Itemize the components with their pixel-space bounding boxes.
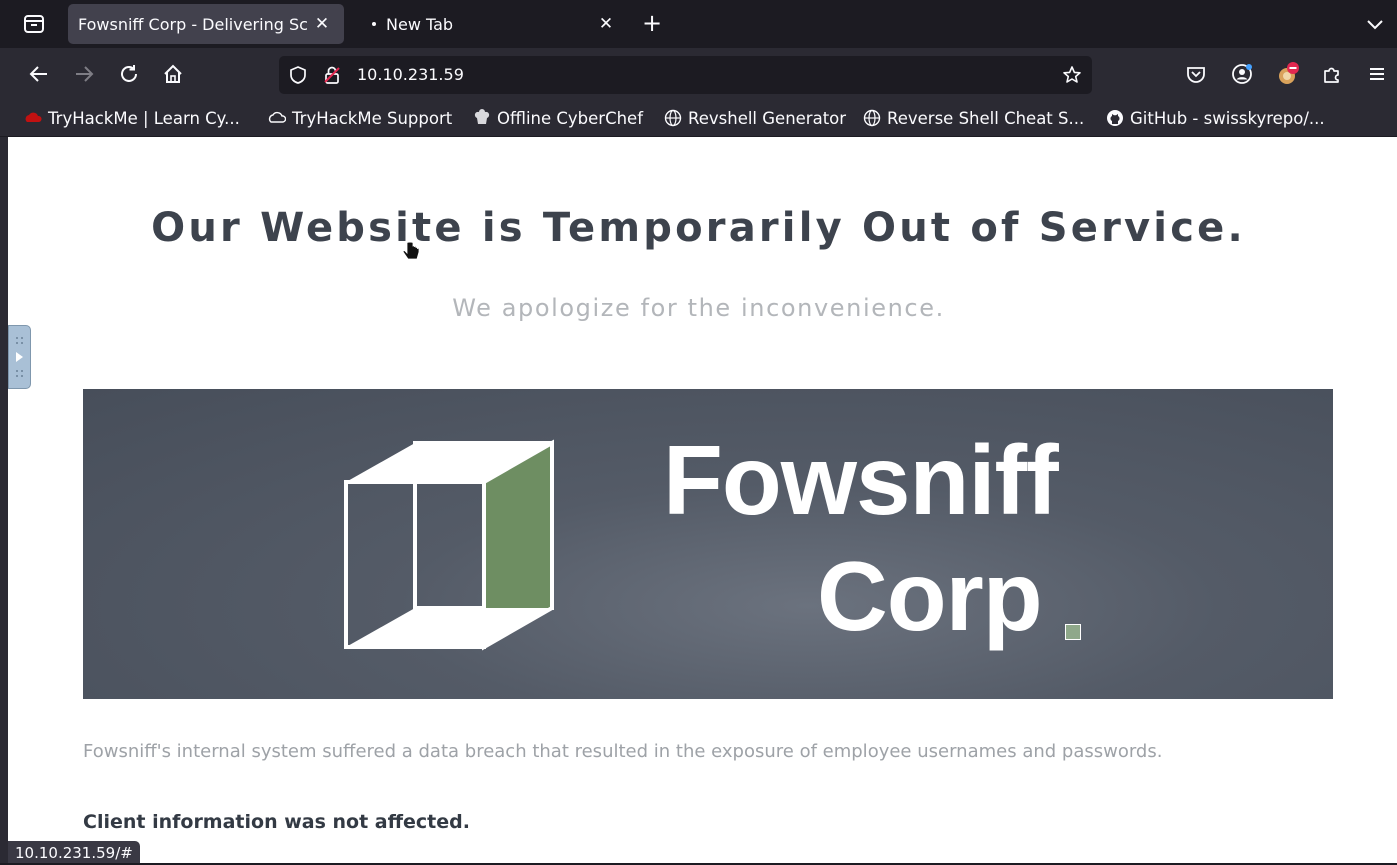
extension-button[interactable] [1274, 60, 1302, 88]
home-icon [164, 64, 182, 83]
forward-arrow-icon [76, 66, 94, 82]
web-page: Our Website is Temporarily Out of Servic… [8, 137, 1397, 863]
tab-title: Fowsniff Corp - Delivering Sc [78, 14, 308, 34]
bookmark-label: Offline CyberChef [497, 108, 644, 128]
bookmark-tryhackme-support[interactable]: TryHackMe Support [268, 107, 452, 129]
unread-dot-icon [372, 22, 376, 26]
shield-icon[interactable] [288, 65, 308, 85]
pocket-button[interactable] [1182, 60, 1210, 88]
close-icon[interactable]: ✕ [312, 14, 332, 34]
bookmark-label: GitHub - swisskyrepo/... [1130, 108, 1325, 128]
breach-notice: Fowsniff's internal system suffered a da… [83, 741, 1163, 762]
page-title: Our Website is Temporarily Out of Servic… [151, 205, 1246, 251]
address-bar[interactable]: 10.10.231.59 [279, 56, 1092, 94]
back-button[interactable] [25, 60, 53, 88]
bookmark-star-icon[interactable] [1062, 65, 1082, 85]
bookmarks-toolbar: TryHackMe | Learn Cy... TryHackMe Suppor… [0, 100, 1397, 136]
status-link-preview: 10.10.231.59/# [8, 841, 140, 863]
bookmark-label: TryHackMe Support [292, 108, 453, 128]
chef-icon [474, 109, 490, 124]
chevron-down-icon [1367, 20, 1383, 30]
back-arrow-icon [29, 66, 47, 82]
reload-icon [121, 65, 137, 82]
tab-strip: Fowsniff Corp - Delivering Sc ✕ New Tab … [0, 0, 1397, 48]
bookmark-github-swisskyrepo[interactable]: GitHub - swisskyrepo/... [1106, 107, 1325, 129]
extensions-button[interactable] [1318, 60, 1346, 88]
globe-icon [863, 109, 881, 127]
home-button[interactable] [159, 60, 187, 88]
tab-new-tab[interactable]: New Tab ✕ [352, 4, 628, 44]
tab-title: New Tab [386, 14, 454, 34]
page-subtitle: We apologize for the inconvenience. [452, 294, 945, 322]
globe-icon [664, 109, 682, 127]
url-text[interactable]: 10.10.231.59 [357, 65, 464, 84]
banner-accent-square [1065, 624, 1081, 640]
tryhackme-icon [25, 112, 42, 122]
bookmark-label: TryHackMe | Learn Cy... [48, 108, 240, 128]
window-edge [0, 137, 8, 863]
forward-button[interactable] [70, 60, 98, 88]
pocket-icon [1187, 67, 1205, 83]
bookmark-label: Reverse Shell Cheat S... [887, 108, 1085, 128]
banner-company-suffix: Corp [817, 541, 1043, 651]
bookmark-reverse-shell-cheat-sheet[interactable]: Reverse Shell Cheat S... [863, 107, 1084, 129]
extension-icon [1279, 62, 1299, 84]
hamburger-menu-icon [1370, 68, 1384, 80]
account-button[interactable] [1228, 60, 1256, 88]
bookmark-offline-cyberchef[interactable]: Offline CyberChef [473, 107, 643, 129]
company-banner: Fowsniff Corp [83, 389, 1333, 699]
list-all-tabs-button[interactable] [1363, 12, 1387, 36]
firefox-view-icon [24, 15, 44, 33]
tab-fowsniff[interactable]: Fowsniff Corp - Delivering Sc ✕ [68, 4, 344, 44]
reload-button[interactable] [115, 60, 143, 88]
tab-list-button[interactable] [14, 11, 54, 37]
client-info-note: Client information was not affected. [83, 811, 470, 833]
bookmark-revshell-generator[interactable]: Revshell Generator [664, 107, 846, 129]
bookmark-tryhackme[interactable]: TryHackMe | Learn Cy... [24, 107, 240, 129]
cloud-icon [268, 111, 286, 123]
new-tab-button[interactable]: + [638, 10, 666, 38]
sidebar-toggle-handle[interactable] [8, 325, 31, 389]
navigation-toolbar: 10.10.231.59 [0, 48, 1397, 100]
bookmark-label: Revshell Generator [688, 108, 847, 128]
hand-cursor-icon [402, 241, 420, 260]
account-icon [1232, 64, 1252, 84]
puzzle-icon [1324, 67, 1339, 83]
menu-button[interactable] [1363, 60, 1391, 88]
banner-company-name: Fowsniff [663, 425, 1059, 535]
close-icon[interactable]: ✕ [596, 14, 616, 34]
cube-logo-icon [344, 439, 554, 651]
insecure-lock-icon[interactable] [322, 65, 342, 85]
github-icon [1107, 110, 1123, 126]
play-icon [16, 337, 23, 377]
